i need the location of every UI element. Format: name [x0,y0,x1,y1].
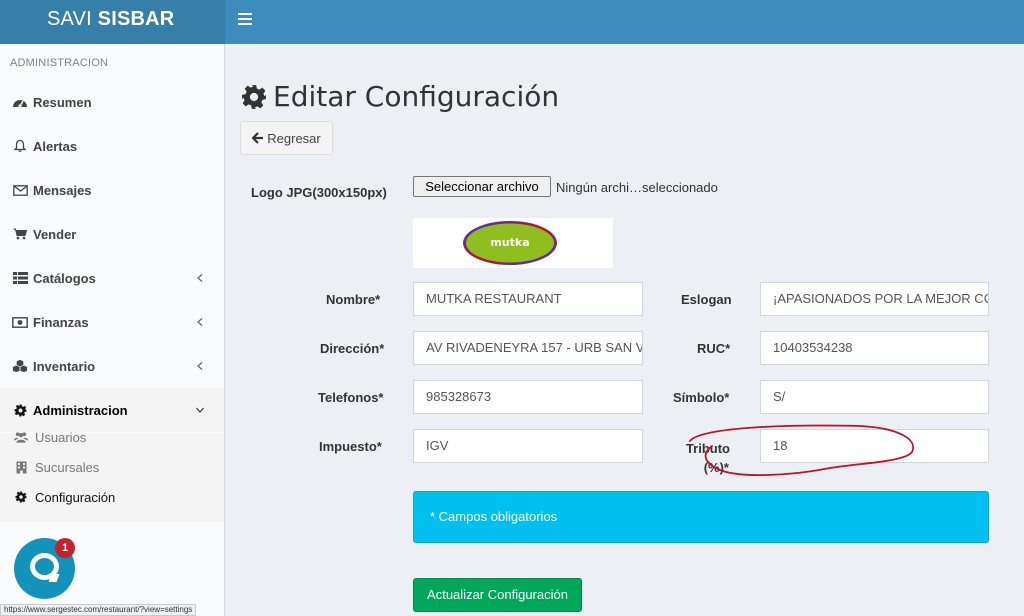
logo-label: Logo JPG(300x150px) [251,185,387,200]
mutka-logo-image: mutka [463,221,557,265]
sidebar-item-alertas[interactable]: Alertas [0,124,224,168]
sidebar-subitem-sucursales[interactable]: Sucursales [14,452,99,482]
browser-status-url: https://www.sergestec.com/restaurant/?vi… [0,604,197,616]
page-title: Editar Configuración [241,80,559,113]
money-icon [12,315,28,329]
logo-preview: mutka [413,218,613,268]
tributo-label-line2: (%)* [703,460,729,475]
nombre-label: Nombre* [326,292,381,307]
simbolo-input[interactable]: S/ [760,380,989,414]
gear-icon [14,490,28,504]
chevron-left-icon [197,362,203,370]
sidebar-subitem-label: Usuarios [35,429,87,445]
sidebar-subitem-label: Sucursales [35,459,100,475]
brand-light: SAVI [47,8,98,30]
sidebar: ADMINISTRACION Resumen Alertas Mensajes … [0,44,225,616]
sidebar-item-vender[interactable]: Vender [0,212,224,256]
brand-bold: SISBAR [97,8,175,30]
required-fields-callout: * Campos obligatorios [413,491,989,543]
sidebar-item-resumen[interactable]: Resumen [0,80,224,124]
direccion-input[interactable]: AV RIVADENEYRA 157 - URB SAN VICENTE [413,331,643,365]
sidebar-subitem-usuarios[interactable]: Usuarios [14,422,86,452]
building-icon [14,460,28,474]
tributo-input[interactable]: 18 [760,429,989,463]
cart-icon [12,227,28,241]
top-navbar: SAVI SISBAR [0,0,1024,44]
file-select-button[interactable]: Seleccionar archivo [413,176,551,197]
chat-notification-badge: 1 [55,538,75,558]
nombre-input[interactable]: MUTKA RESTAURANT [413,282,643,316]
telefonos-input[interactable]: 985328673 [413,380,643,414]
chevron-down-icon [196,407,204,413]
chevron-left-icon [197,274,203,282]
sidebar-item-mensajes[interactable]: Mensajes [0,168,224,212]
impuesto-label: Impuesto* [319,439,382,454]
sidebar-item-inventario[interactable]: Inventario [0,344,224,388]
sidebar-subitem-label: Configuración [35,489,116,505]
envelope-icon [12,183,28,197]
ruc-input[interactable]: 10403534238 [760,331,989,365]
sidebar-item-label: Vender [33,226,77,242]
eslogan-input[interactable]: ¡APASIONADOS POR LA MEJOR COMIDA! [760,282,989,316]
eslogan-label: Eslogan [681,292,732,307]
simbolo-label: Símbolo* [673,390,730,405]
sidebar-item-catalogos[interactable]: Catálogos [0,256,224,300]
direccion-label: Dirección* [320,341,385,356]
brand-logo[interactable]: SAVI SISBAR [0,0,225,44]
back-button[interactable]: Regresar [240,121,333,155]
sidebar-item-label: Resumen [33,94,92,110]
back-button-label: Regresar [267,130,321,146]
sidebar-subitem-configuracion[interactable]: Configuración [14,482,115,512]
tributo-label: Tributo (%)* [684,439,730,477]
bell-icon [12,139,28,153]
page-title-text: Editar Configuración [273,80,560,113]
hamburger-menu-icon[interactable] [238,13,252,25]
cubes-icon [12,359,28,373]
users-icon [14,430,28,444]
sidebar-header: ADMINISTRACION [10,57,109,69]
gear-icon [242,84,266,109]
file-status-text: Ningún archi…seleccionado [556,180,718,195]
submenu-administracion: Usuarios Sucursales Configuración [0,430,224,522]
chevron-left-icon [197,318,203,326]
update-config-button[interactable]: Actualizar Configuración [413,578,582,612]
sidebar-item-finanzas[interactable]: Finanzas [0,300,224,344]
sidebar-item-label: Alertas [33,138,78,154]
logo-text: mutka [490,236,529,249]
arrow-left-icon [252,132,264,144]
ruc-label: RUC* [697,341,731,356]
dashboard-icon [12,95,28,109]
telefonos-label: Telefonos* [318,390,384,405]
list-icon [12,271,28,285]
impuesto-input[interactable]: IGV [413,429,643,463]
tributo-label-line1: Tributo [685,441,730,456]
gear-icon [12,403,28,417]
sidebar-item-label: Mensajes [33,182,92,198]
